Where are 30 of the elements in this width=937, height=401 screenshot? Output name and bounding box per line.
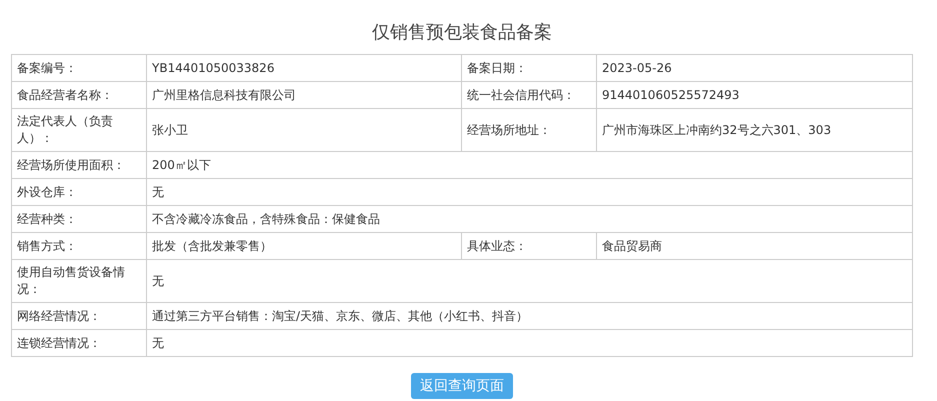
field-label: 连锁经营情况： — [12, 330, 146, 356]
field-label: 经营种类： — [12, 206, 146, 232]
field-value: 张小卫 — [146, 108, 462, 152]
field-label: 销售方式： — [12, 232, 146, 260]
field-value: 通过第三方平台销售：淘宝/天猫、京东、微店、其他（小红书、抖音） — [146, 302, 912, 330]
field-label: 具体业态： — [462, 232, 596, 260]
field-label: 外设仓库： — [12, 178, 146, 206]
field-value: 不含冷藏冷冻食品，含特殊食品：保健食品 — [146, 206, 912, 232]
field-label: 食品经营者名称： — [12, 82, 146, 108]
field-value: 食品贸易商 — [596, 232, 912, 260]
field-value: 200㎡以下 — [146, 152, 912, 178]
field-label: 使用自动售货设备情况： — [12, 260, 146, 302]
field-value: 广州里格信息科技有限公司 — [146, 82, 462, 108]
page-title: 仅销售预包装食品备案 — [371, 21, 553, 45]
field-label: 统一社会信用代码： — [462, 82, 596, 108]
field-value: YB14401050033826 — [146, 54, 462, 82]
field-value: 914401060525572493 — [596, 82, 912, 108]
field-value: 批发（含批发兼零售） — [146, 232, 462, 260]
field-value: 无 — [146, 178, 912, 206]
field-label: 备案编号： — [12, 54, 146, 82]
field-label: 备案日期： — [462, 54, 596, 82]
field-value: 广州市海珠区上冲南约32号之六301、303 — [596, 108, 912, 152]
field-value: 2023-05-26 — [596, 54, 912, 82]
field-value: 无 — [146, 330, 912, 356]
field-label: 经营场所地址： — [462, 108, 596, 152]
back-button[interactable]: 返回查询页面 — [411, 373, 513, 399]
field-label: 经营场所使用面积： — [12, 152, 146, 178]
field-label: 网络经营情况： — [12, 302, 146, 330]
field-value: 无 — [146, 260, 912, 302]
field-label: 法定代表人（负责人）： — [12, 108, 146, 152]
